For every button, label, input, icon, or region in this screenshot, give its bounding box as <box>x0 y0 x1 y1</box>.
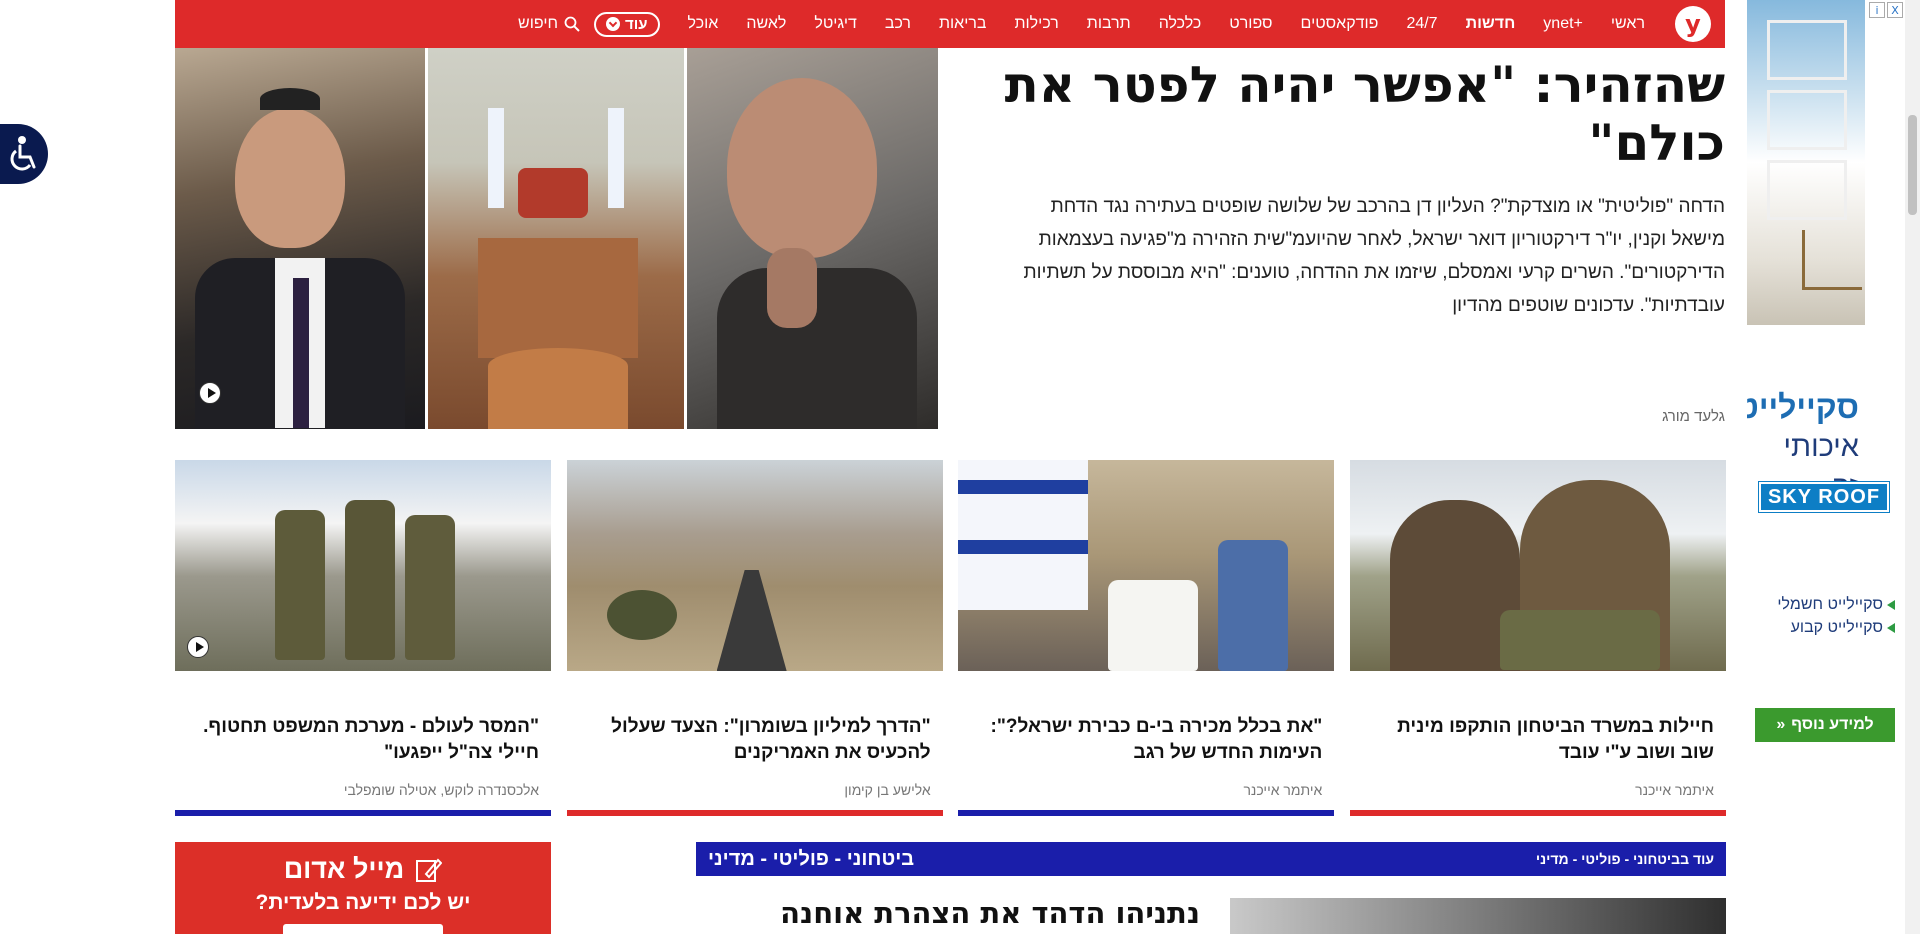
nav-item-sport[interactable]: ספורט <box>1215 15 1286 33</box>
nav-item-24-7[interactable]: 24/7 <box>1392 15 1451 33</box>
nav-item-home[interactable]: ראשי <box>1597 15 1659 33</box>
triangle-icon <box>1887 623 1895 633</box>
nav-item-digital[interactable]: דיגיטל <box>800 15 871 33</box>
hero-title[interactable]: שהזהיר: "אפשר יהיה לפטר את כולם" <box>1000 56 1725 172</box>
article-card[interactable]: "המסר לעולם - מערכת המשפט תחטוף. חיילי צ… <box>175 460 551 816</box>
nav-item-food[interactable]: אוכל <box>674 15 733 33</box>
red-mail-heading: מייל אדום <box>175 854 551 885</box>
ad-info-icon[interactable]: i <box>1869 2 1885 18</box>
search-icon <box>564 16 580 32</box>
card-image <box>1349 460 1726 671</box>
article-card[interactable]: חיילות במשרד הביטחון הותקפו מינית שוב וש… <box>1349 460 1726 816</box>
accessibility-icon <box>10 136 36 171</box>
section-more-link[interactable]: עוד בביטחוני - פוליטי - מדיני <box>1536 851 1714 867</box>
card-divider <box>1349 810 1726 816</box>
card-author: איתמר אייכנר <box>1243 782 1323 798</box>
section-header: ביטחוני - פוליטי - מדיני עוד בביטחוני - … <box>696 842 1726 876</box>
hero-photo-court <box>425 48 687 429</box>
nav-item-news[interactable]: חדשות <box>1452 15 1530 33</box>
top-nav: y ראשי +ynet חדשות 24/7 פודקאסטים ספורט … <box>175 0 1725 48</box>
nav-item-health[interactable]: בריאות <box>925 15 1001 33</box>
hero-photo-minister <box>175 48 425 429</box>
ynet-logo[interactable]: y <box>1675 6 1711 42</box>
section-title[interactable]: ביטחוני - פוליטי - מדיני <box>708 848 914 871</box>
card-divider <box>566 810 943 816</box>
edit-icon <box>416 858 443 882</box>
card-divider <box>175 810 551 816</box>
card-image <box>958 460 1335 671</box>
ad-photo <box>1747 0 1865 325</box>
video-play-icon <box>187 636 209 658</box>
red-mail-input[interactable] <box>283 924 443 934</box>
nav-item-gossip[interactable]: רכילות <box>1000 15 1072 33</box>
video-play-icon <box>199 382 221 404</box>
nav-item-podcasts[interactable]: פודקאסטים <box>1287 15 1393 33</box>
card-author: אלישע בן קימון <box>844 782 931 798</box>
triangle-icon <box>1887 600 1895 610</box>
chevron-down-icon <box>606 17 621 31</box>
nav-item-cars[interactable]: רכב <box>871 15 925 33</box>
card-title[interactable]: "את בכלל מכירה בי-ם כבירת ישראל?": העימו… <box>958 714 1334 770</box>
nav-search-button[interactable]: חיפוש <box>518 15 580 33</box>
red-mail-title: מייל אדום <box>283 854 405 884</box>
scrollbar[interactable] <box>1905 0 1920 934</box>
red-mail-box[interactable]: מייל אדום יש לכם ידיעה בלעדית? <box>175 842 551 934</box>
ad-link[interactable]: סקיילייט חשמלי <box>1759 596 1895 614</box>
ad-controls: i X <box>1869 2 1903 18</box>
card-title[interactable]: חיילות במשרד הביטחון הותקפו מינית שוב וש… <box>1350 714 1726 770</box>
card-title[interactable]: "המסר לעולם - מערכת המשפט תחטוף. חיילי צ… <box>175 714 551 770</box>
article-card[interactable]: "הדרך למיליון בשומרון": הצעד שעלול להכעי… <box>566 460 943 816</box>
red-mail-subtitle: יש לכם ידיעה בלעדית? <box>255 891 471 914</box>
hero-subtitle: הדחה "פוליטית" או מוצדקת"? העליון דן בהר… <box>1023 196 1725 316</box>
card-divider <box>958 810 1335 816</box>
nav-item-women[interactable]: לאשה <box>732 15 800 33</box>
ad-close-icon[interactable]: X <box>1887 2 1903 18</box>
hero-author: גלעד מורג <box>1662 408 1725 425</box>
hero-image[interactable] <box>175 48 938 429</box>
card-image <box>175 460 551 671</box>
ad-banner[interactable]: i X סקיילייט איכותי זה SKY ROOF סקיילייט… <box>1747 0 1905 934</box>
section-headline[interactable]: נתניהו הדהד את הצהרת אוחנה <box>720 896 1200 930</box>
nav-item-culture[interactable]: תרבות <box>1073 15 1145 33</box>
card-author: אלכסנדרה לוקש, אטילה שומפלבי <box>343 782 539 798</box>
ad-logo: SKY ROOF <box>1758 481 1890 513</box>
ad-brand-title: סקיילייט <box>1747 389 1859 425</box>
article-cards: חיילות במשרד הביטחון הותקפו מינית שוב וש… <box>175 460 1726 816</box>
nav-more-button[interactable]: עוד <box>594 11 660 37</box>
nav-more-label: עוד <box>625 15 648 33</box>
nav-item-economy[interactable]: כלכלה <box>1145 15 1216 33</box>
article-card[interactable]: "את בכלל מכירה בי-ם כבירת ישראל?": העימו… <box>958 460 1335 816</box>
accessibility-button[interactable] <box>0 124 48 184</box>
ad-link[interactable]: סקיילייט קבוע <box>1759 619 1895 637</box>
hero-photo-chairman <box>687 48 938 429</box>
ad-link-label: סקיילייט חשמלי <box>1777 596 1883 613</box>
hero-article[interactable]: שהזהיר: "אפשר יהיה לפטר את כולם" הדחה "פ… <box>1000 48 1725 322</box>
card-title[interactable]: "הדרך למיליון בשומרון": הצעד שעלול להכעי… <box>567 714 943 770</box>
double-chevron-icon: « <box>1776 716 1786 733</box>
nav-search-label: חיפוש <box>518 15 559 32</box>
nav-item-ynet-plus[interactable]: +ynet <box>1529 15 1597 33</box>
ad-cta-label: למידע נוסף <box>1791 716 1874 733</box>
card-author: איתמר אייכנר <box>1635 782 1714 798</box>
ad-cta-button[interactable]: למידע נוסף « <box>1755 708 1895 742</box>
section-image[interactable] <box>1230 898 1726 934</box>
ad-link-label: סקיילייט קבוע <box>1790 619 1883 636</box>
card-image <box>566 460 943 671</box>
scrollbar-thumb[interactable] <box>1908 115 1917 215</box>
